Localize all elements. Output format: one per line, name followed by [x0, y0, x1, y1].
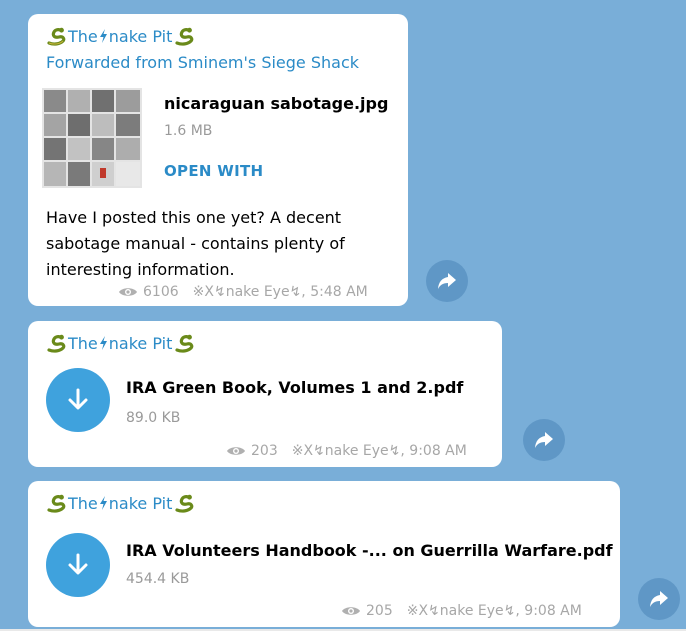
file-size: 454.4 KB	[126, 571, 190, 587]
message-bubble-3[interactable]: The nake Pit IRA Volunteers Handbook -..…	[28, 481, 620, 627]
message-meta: 203 ※X↯nake Eye↯, 9:08 AM	[226, 443, 467, 459]
forwarded-from-link[interactable]: Forwarded from Sminem's Siege Shack	[46, 53, 359, 72]
channel-name-prefix: The	[68, 333, 98, 353]
message-meta: 6106 ※X↯nake Eye↯, 5:48 AM	[118, 284, 368, 300]
message-meta: 205 ※X↯nake Eye↯, 9:08 AM	[341, 603, 582, 619]
view-count: 6106	[143, 284, 179, 300]
file-name[interactable]: IRA Volunteers Handbook -... on Guerrill…	[126, 541, 613, 560]
channel-name[interactable]: The nake Pit	[46, 26, 196, 46]
share-button[interactable]	[523, 419, 565, 461]
file-name[interactable]: nicaraguan sabotage.jpg	[164, 94, 388, 113]
message-bubble-2[interactable]: The nake Pit IRA Green Book, Volumes 1 a…	[28, 321, 502, 467]
channel-name-suffix: nake Pit	[108, 333, 173, 353]
author-and-time: ※X↯nake Eye↯, 9:08 AM	[406, 603, 582, 619]
share-button[interactable]	[426, 260, 468, 302]
channel-name-prefix: The	[68, 493, 98, 513]
snake-icon	[47, 334, 66, 353]
share-icon	[650, 591, 668, 607]
view-count: 205	[366, 603, 393, 619]
eye-icon	[227, 447, 245, 455]
download-button[interactable]	[46, 533, 110, 597]
open-with-button[interactable]: OPEN WITH	[164, 162, 263, 180]
file-size: 1.6 MB	[164, 123, 213, 139]
snake-icon	[175, 494, 194, 513]
chat-area[interactable]: The nake Pit Forwarded from Sminem's Sie…	[0, 0, 686, 631]
manual-pages-thumbnail	[42, 88, 142, 188]
download-button[interactable]	[46, 368, 110, 432]
snake-icon	[175, 27, 194, 46]
bolt-icon	[99, 336, 107, 350]
author-and-time: ※X↯nake Eye↯, 5:48 AM	[192, 284, 368, 300]
eye-icon	[342, 607, 360, 615]
author-and-time: ※X↯nake Eye↯, 9:08 AM	[291, 443, 467, 459]
file-size: 89.0 KB	[126, 410, 181, 426]
view-count: 203	[251, 443, 278, 459]
snake-icon	[175, 334, 194, 353]
bolt-icon	[99, 29, 107, 43]
snake-icon	[47, 27, 66, 46]
image-thumbnail[interactable]	[42, 88, 142, 188]
share-icon	[535, 432, 553, 448]
bolt-icon	[99, 496, 107, 510]
share-button[interactable]	[638, 578, 680, 620]
eye-icon	[119, 288, 137, 296]
message-bubble-1[interactable]: The nake Pit Forwarded from Sminem's Sie…	[28, 14, 408, 306]
snake-icon	[47, 494, 66, 513]
channel-name-prefix: The	[68, 26, 98, 46]
channel-name-suffix: nake Pit	[108, 26, 173, 46]
channel-name-suffix: nake Pit	[108, 493, 173, 513]
file-name[interactable]: IRA Green Book, Volumes 1 and 2.pdf	[126, 378, 463, 397]
download-arrow-icon	[68, 388, 88, 410]
download-arrow-icon	[68, 553, 88, 575]
share-icon	[438, 273, 456, 289]
message-caption: Have I posted this one yet? A decent sab…	[46, 208, 345, 279]
channel-name[interactable]: The nake Pit	[46, 333, 196, 353]
channel-name[interactable]: The nake Pit	[46, 493, 196, 513]
